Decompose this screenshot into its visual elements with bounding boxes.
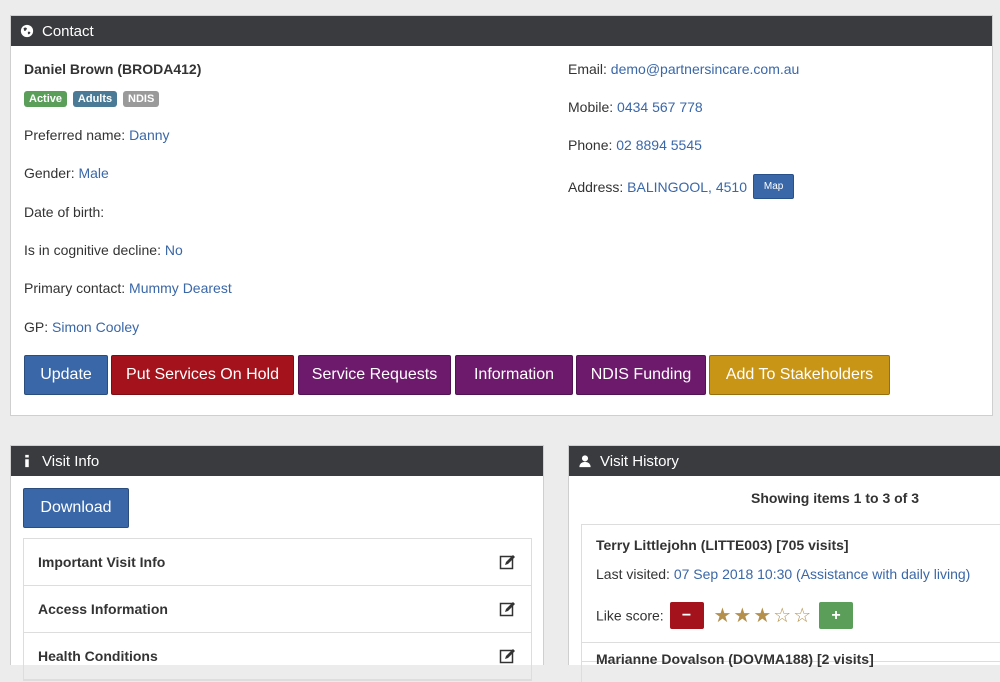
info-icon [25,454,29,468]
gender-label: Gender: [24,165,75,181]
contact-panel-header: Contact [11,16,992,46]
visit-info-panel-header: Visit Info [11,446,543,476]
dob-row: Date of birth: [24,204,104,220]
like-score-label: Like score: [596,607,664,624]
preferred-name-row: Preferred name: Danny [24,127,170,143]
visit-history-entry: Marianne Dovalson (DOVMA188) [2 visits] [581,642,1000,682]
add-to-stakeholders-button[interactable]: Add To Stakeholders [709,355,890,395]
edit-icon[interactable] [499,600,517,618]
contact-title: Contact [42,22,94,40]
gp-label: GP: [24,319,49,335]
carer-name: Marianne Dovalson (DOVMA188) [2 visits] [596,651,874,667]
last-visited-link[interactable]: 07 Sep 2018 10:30 (Assistance with daily… [674,566,971,582]
status-badge-adults: Adults [72,91,118,107]
star-filled-icon[interactable]: ★ [753,605,771,627]
primary-contact-row: Primary contact: Mummy Dearest [24,280,232,296]
list-item-label: Access Information [38,601,168,617]
address-value: BALINGOOL, 4510 [627,179,747,196]
address-label: Address: [568,179,624,196]
gp-link[interactable]: Simon Cooley [52,319,139,335]
star-filled-icon[interactable]: ★ [733,605,751,627]
status-badges: Active Adults NDIS [24,89,161,107]
mobile-label: Mobile: [568,99,614,115]
information-button[interactable]: Information [455,355,573,395]
edit-icon[interactable] [499,553,517,571]
carer-name: Terry Littlejohn (LITTE003) [705 visits] [596,537,849,553]
mobile-row: Mobile: 0434 567 778 [568,99,703,115]
edit-icon[interactable] [499,647,517,665]
last-visited-row: Last visited: 07 Sep 2018 10:30 (Assista… [596,566,970,582]
dob-label: Date of birth: [24,204,105,220]
primary-contact-label: Primary contact: [24,280,126,296]
visit-history-panel-header: Visit History [569,446,1000,476]
preferred-name-value: Danny [129,127,170,143]
visit-history-title: Visit History [600,452,679,470]
visit-info-title: Visit Info [42,452,100,470]
gp-row: GP: Simon Cooley [24,319,139,335]
visit-history-panel: Visit History Showing items 1 to 3 of 3 … [568,445,1000,682]
cognitive-label: Is in cognitive decline: [24,242,161,258]
like-score-row: Like score: − ★ ★ ★ ☆ ☆ + [596,602,854,629]
minus-icon: − [681,606,692,624]
primary-contact-link[interactable]: Mummy Dearest [129,280,232,296]
decrease-score-button[interactable]: − [669,602,704,629]
put-services-on-hold-button[interactable]: Put Services On Hold [111,355,294,395]
last-visited-label: Last visited: [596,566,670,582]
gender-value: Male [78,165,109,181]
visit-info-panel: Visit Info Download Important Visit Info… [10,445,544,681]
cognitive-value: No [164,242,183,258]
email-label: Email: [568,61,607,77]
list-item-label: Important Visit Info [38,554,166,570]
address-row: Address: BALINGOOL, 4510 Map [568,174,795,201]
globe-icon [20,24,34,38]
contact-name: Daniel Brown (BRODA412) [24,61,202,77]
email-row: Email: demo@partnersincare.com.au [568,61,799,77]
contact-panel: Contact Daniel Brown (BRODA412) Active A… [10,15,993,416]
star-empty-icon[interactable]: ☆ [793,605,811,627]
gender-row: Gender: Male [24,165,109,181]
mobile-link[interactable]: 0434 567 778 [617,99,703,115]
phone-label: Phone: [568,137,613,153]
status-badge-ndis: NDIS [123,91,160,107]
user-icon [579,455,591,468]
email-link[interactable]: demo@partnersincare.com.au [611,61,800,77]
ndis-funding-button[interactable]: NDIS Funding [576,355,706,395]
phone-row: Phone: 02 8894 5545 [568,137,702,153]
plus-icon: + [831,606,841,624]
list-item-important-visit-info[interactable]: Important Visit Info [24,539,531,586]
cognitive-row: Is in cognitive decline: No [24,242,183,258]
star-filled-icon[interactable]: ★ [713,605,731,627]
phone-link[interactable]: 02 8894 5545 [616,137,702,153]
map-button[interactable]: Map [752,174,795,199]
list-item-label: Health Conditions [38,648,158,664]
pagination-summary: Showing items 1 to 3 of 3 [751,490,920,506]
download-button[interactable]: Download [23,488,129,528]
service-requests-button[interactable]: Service Requests [298,355,451,395]
list-item-access-information[interactable]: Access Information [24,586,531,633]
star-empty-icon[interactable]: ☆ [773,605,791,627]
preferred-name-label: Preferred name: [24,127,126,143]
increase-score-button[interactable]: + [819,602,854,629]
list-item-health-conditions[interactable]: Health Conditions [24,633,531,680]
star-rating: ★ ★ ★ ☆ ☆ [713,605,817,627]
status-badge-active: Active [24,91,68,107]
update-button[interactable]: Update [24,355,108,395]
